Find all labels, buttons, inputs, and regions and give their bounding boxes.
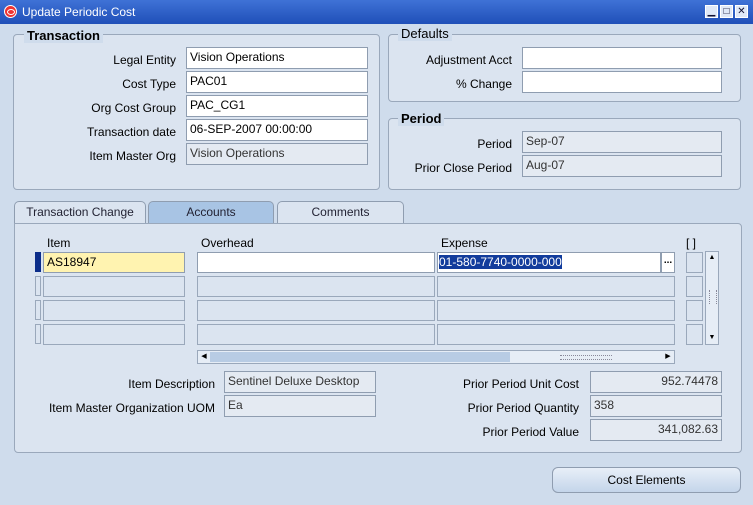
column-header-flex[interactable]: [ ]: [686, 236, 696, 250]
flex-cell[interactable]: [686, 276, 703, 297]
period-frame: [388, 118, 741, 190]
legal-entity-field[interactable]: Vision Operations: [186, 47, 368, 69]
expense-lov-button[interactable]: ...: [661, 252, 675, 273]
uom-field: Ea: [224, 395, 376, 417]
scroll-thumb-grip[interactable]: [709, 290, 717, 304]
prior-unit-cost-field: 952.74478: [590, 371, 722, 393]
scroll-thumb[interactable]: [210, 352, 510, 362]
row-indicator[interactable]: [35, 300, 41, 320]
oracle-logo-icon: [4, 5, 17, 18]
prior-close-period-label: Prior Close Period: [414, 161, 512, 175]
overhead-cell[interactable]: [197, 276, 435, 297]
scroll-down-icon[interactable]: ▼: [707, 333, 717, 343]
title-bar: Update Periodic Cost ▁ □ ✕: [0, 0, 753, 24]
overhead-cell[interactable]: [197, 300, 435, 321]
transaction-date-field[interactable]: 06-SEP-2007 00:00:00: [186, 119, 368, 141]
period-field: Sep-07: [522, 131, 722, 153]
scroll-left-icon[interactable]: ◀: [199, 351, 209, 363]
row-indicator-current[interactable]: [35, 252, 41, 272]
scroll-right-icon[interactable]: ▶: [663, 351, 673, 363]
tab-transaction-change[interactable]: Transaction Change: [14, 201, 146, 223]
flex-cell[interactable]: [686, 252, 703, 273]
prior-unit-cost-label: Prior Period Unit Cost: [462, 377, 579, 391]
period-title: Period: [398, 111, 445, 126]
defaults-title: Defaults: [398, 26, 452, 41]
item-cell[interactable]: [43, 324, 185, 345]
org-cost-group-label: Org Cost Group: [91, 101, 176, 115]
tab-comments[interactable]: Comments: [277, 201, 404, 223]
pct-change-field[interactable]: [522, 71, 722, 93]
column-header-item: Item: [47, 236, 71, 250]
adjustment-acct-label: Adjustment Acct: [425, 53, 512, 67]
maximize-icon[interactable]: □: [720, 5, 733, 18]
expense-cell[interactable]: [437, 300, 675, 321]
tab-accounts[interactable]: Accounts: [148, 201, 274, 223]
column-header-expense: Expense: [441, 236, 488, 250]
org-cost-group-field[interactable]: PAC_CG1: [186, 95, 368, 117]
cost-type-label: Cost Type: [122, 77, 176, 91]
adjustment-acct-field[interactable]: [522, 47, 722, 69]
item-cell[interactable]: [43, 276, 185, 297]
transaction-title: Transaction: [24, 28, 103, 43]
overhead-cell[interactable]: [197, 324, 435, 345]
expense-cell[interactable]: 01-580-7740-0000-000: [437, 252, 661, 273]
item-description-label: Item Description: [128, 377, 215, 391]
scroll-grip: [560, 355, 612, 360]
expense-cell[interactable]: [437, 324, 675, 345]
item-description-field: Sentinel Deluxe Desktop: [224, 371, 376, 393]
overhead-cell[interactable]: [197, 252, 435, 273]
prior-value-field: 341,082.63: [590, 419, 722, 441]
flex-cell[interactable]: [686, 300, 703, 321]
prior-close-period-field: Aug-07: [522, 155, 722, 177]
pct-change-label: % Change: [455, 77, 512, 91]
flex-cell[interactable]: [686, 324, 703, 345]
window-title: Update Periodic Cost: [22, 5, 136, 19]
period-label: Period: [477, 137, 512, 151]
item-master-org-field: Vision Operations: [186, 143, 368, 165]
row-indicator[interactable]: [35, 276, 41, 296]
minimize-icon[interactable]: ▁: [705, 5, 718, 18]
expense-cell[interactable]: [437, 276, 675, 297]
scroll-up-icon[interactable]: ▲: [707, 253, 717, 263]
uom-label: Item Master Organization UOM: [48, 401, 215, 415]
prior-value-label: Prior Period Value: [482, 425, 580, 439]
expense-value: 01-580-7740-0000-000: [439, 255, 562, 269]
vertical-scrollbar[interactable]: ▲ ▼: [705, 251, 719, 345]
column-header-overhead: Overhead: [201, 236, 254, 250]
item-master-org-label: Item Master Org: [89, 149, 176, 163]
transaction-date-label: Transaction date: [87, 125, 176, 139]
item-cell[interactable]: [43, 300, 185, 321]
close-icon[interactable]: ✕: [735, 5, 748, 18]
cost-elements-button[interactable]: Cost Elements: [552, 467, 741, 493]
prior-quantity-field: 358: [590, 395, 722, 417]
prior-quantity-label: Prior Period Quantity: [467, 401, 579, 415]
row-indicator[interactable]: [35, 324, 41, 344]
horizontal-scrollbar[interactable]: ◀ ▶: [197, 350, 675, 364]
legal-entity-label: Legal Entity: [113, 53, 176, 67]
cost-type-field[interactable]: PAC01: [186, 71, 368, 93]
item-cell[interactable]: AS18947: [43, 252, 185, 273]
